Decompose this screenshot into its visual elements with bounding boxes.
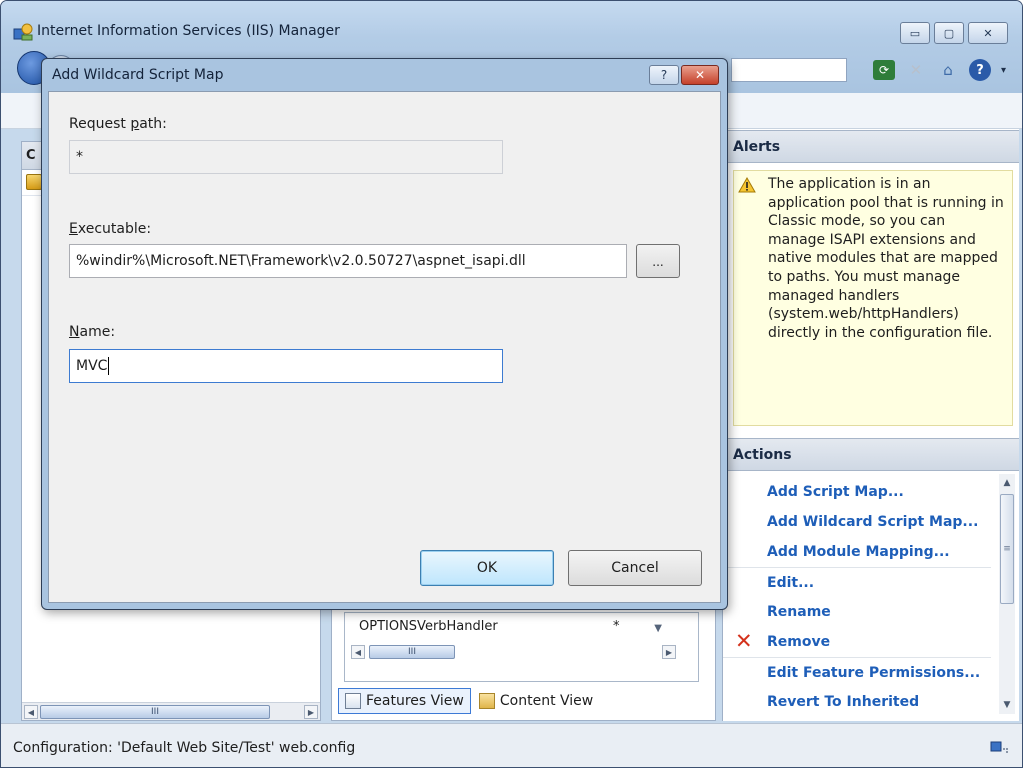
- window-controls: ▭ ▢ ✕: [896, 22, 1008, 44]
- executable-field[interactable]: %windir%\Microsoft.NET\Framework\v2.0.50…: [69, 244, 627, 278]
- minimize-button[interactable]: ▭: [900, 22, 930, 44]
- scroll-thumb[interactable]: III: [40, 705, 270, 719]
- nav-toolbar: ⟳ ✕ ⌂ ? ▾: [872, 59, 1006, 81]
- scroll-left-arrow-icon[interactable]: ◀: [351, 645, 365, 659]
- cancel-button[interactable]: Cancel: [568, 550, 702, 586]
- browse-executable-button[interactable]: ...: [636, 244, 680, 278]
- actions-pane: Alerts The application is in an applicat…: [722, 129, 1019, 721]
- name-label: Name:: [69, 324, 116, 340]
- connections-horizontal-scrollbar[interactable]: ◀ III ▶: [22, 702, 320, 720]
- status-text: Configuration: 'Default Web Site/Test' w…: [13, 740, 356, 756]
- dialog-help-button[interactable]: ?: [649, 65, 679, 85]
- request-path-label: Request path:: [69, 116, 167, 132]
- window-title: Internet Information Services (IIS) Mana…: [37, 23, 340, 39]
- add-script-map-link[interactable]: Add Script Map...: [723, 477, 991, 507]
- text-cursor: [108, 357, 110, 375]
- grid-horizontal-scrollbar[interactable]: ◀ III ▶: [351, 643, 676, 661]
- scroll-right-arrow-icon[interactable]: ▶: [662, 645, 676, 659]
- tab-content-view[interactable]: Content View: [473, 688, 599, 714]
- home-icon[interactable]: ⌂: [937, 60, 959, 80]
- ok-button[interactable]: OK: [420, 550, 554, 586]
- handler-name-cell: OPTIONSVerbHandler: [359, 618, 498, 634]
- rename-link[interactable]: Rename: [723, 597, 991, 627]
- dialog-close-button[interactable]: ✕: [681, 65, 719, 85]
- revert-to-inherited-link[interactable]: Revert To Inherited: [723, 687, 991, 717]
- tab-label: Features View: [366, 693, 464, 709]
- alerts-header: Alerts: [723, 130, 1019, 163]
- dialog-title-bar: Add Wildcard Script Map ? ✕: [42, 59, 727, 91]
- dialog-title: Add Wildcard Script Map: [52, 67, 224, 83]
- add-module-mapping-link[interactable]: Add Module Mapping...: [723, 537, 991, 567]
- alert-message: The application is in an application poo…: [768, 176, 1004, 341]
- help-icon[interactable]: ?: [968, 59, 991, 81]
- table-row[interactable]: OPTIONSVerbHandler *: [345, 615, 698, 637]
- maximize-button[interactable]: ▢: [934, 22, 964, 44]
- stop-icon[interactable]: ✕: [905, 60, 927, 80]
- name-field[interactable]: MVC: [69, 349, 503, 383]
- address-bar[interactable]: [731, 58, 847, 82]
- scroll-down-arrow-icon[interactable]: ▼: [1000, 698, 1014, 712]
- features-view-icon: [345, 693, 361, 709]
- add-wildcard-script-map-link[interactable]: Add Wildcard Script Map...: [723, 507, 991, 537]
- content-view-icon: [478, 693, 495, 709]
- scroll-down-arrow-icon[interactable]: ▼: [654, 623, 662, 634]
- remove-link[interactable]: ✕ Remove: [723, 627, 991, 657]
- refresh-icon[interactable]: ⟳: [872, 60, 895, 80]
- status-bar: Configuration: 'Default Web Site/Test' w…: [1, 723, 1022, 767]
- classic-mode-alert: The application is in an application poo…: [733, 170, 1013, 426]
- warning-icon: [738, 177, 756, 193]
- view-switcher: Features View Content View: [338, 688, 599, 714]
- scroll-up-arrow-icon[interactable]: ▲: [1000, 476, 1014, 490]
- actions-header: Actions: [723, 438, 1019, 471]
- add-wildcard-script-map-dialog: Add Wildcard Script Map ? ✕ Request path…: [41, 58, 728, 610]
- tab-features-view[interactable]: Features View: [338, 688, 471, 714]
- help-dropdown-icon[interactable]: ▾: [1001, 65, 1006, 76]
- create-connection-icon[interactable]: [26, 174, 42, 190]
- remove-label: Remove: [767, 634, 831, 650]
- actions-list: Add Script Map... Add Wildcard Script Ma…: [723, 477, 991, 717]
- network-status-icon: [990, 741, 1008, 753]
- request-path-field: *: [69, 140, 503, 174]
- scroll-thumb[interactable]: III: [369, 645, 455, 659]
- edit-link[interactable]: Edit...: [723, 567, 991, 597]
- executable-label: Executable:: [69, 221, 152, 237]
- remove-icon: ✕: [735, 629, 753, 653]
- scroll-thumb[interactable]: ≡: [1000, 494, 1014, 604]
- dialog-body: Request path: * Executable: %windir%\Mic…: [48, 91, 721, 603]
- scroll-right-arrow-icon[interactable]: ▶: [304, 705, 318, 719]
- edit-feature-permissions-link[interactable]: Edit Feature Permissions...: [723, 657, 991, 687]
- actions-vertical-scrollbar[interactable]: ▲ ≡ ▼: [999, 474, 1015, 714]
- close-button[interactable]: ✕: [968, 22, 1008, 44]
- tab-label: Content View: [499, 693, 594, 709]
- iis-app-icon: [13, 23, 33, 41]
- scroll-left-arrow-icon[interactable]: ◀: [24, 705, 38, 719]
- handler-mappings-grid: OPTIONSVerbHandler * ▼ ◀ III ▶: [344, 612, 699, 682]
